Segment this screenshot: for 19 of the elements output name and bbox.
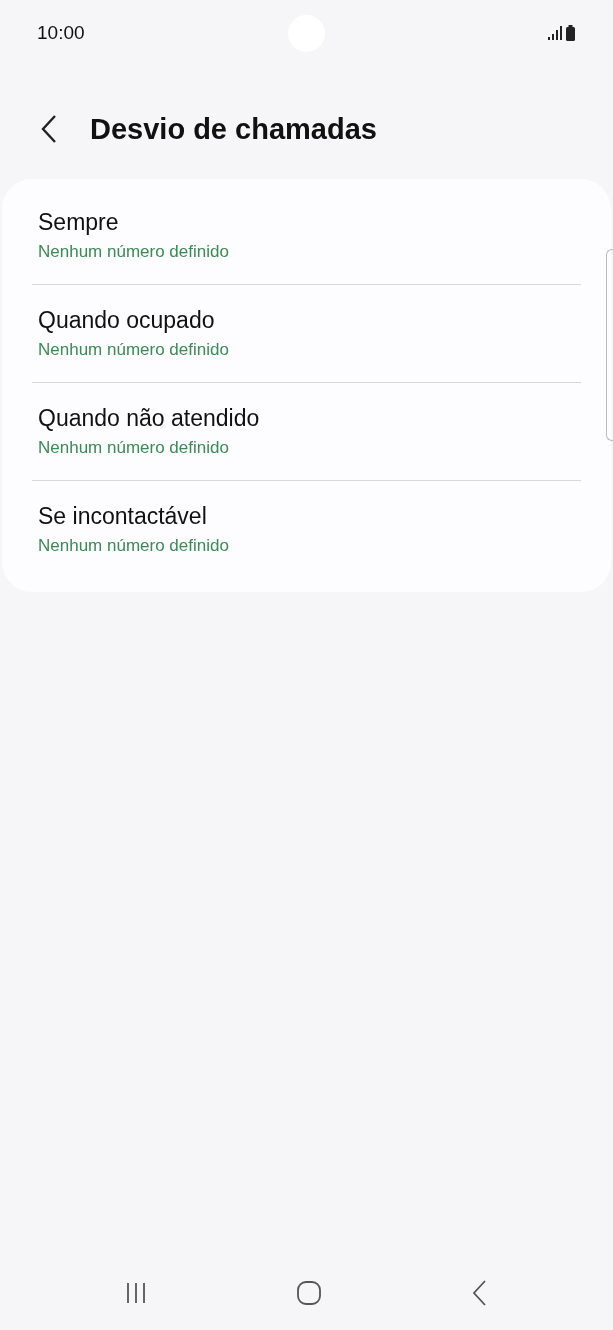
signal-icon (548, 26, 562, 40)
status-time: 10:00 (37, 22, 85, 44)
item-subtitle: Nenhum número definido (38, 535, 230, 557)
item-subtitle: Nenhum número definido (38, 339, 230, 361)
list-item[interactable]: Se incontactável Nenhum número definido (32, 481, 581, 578)
list-item[interactable]: Sempre Nenhum número definido (32, 187, 581, 285)
item-title: Quando ocupado (38, 306, 216, 335)
item-title: Se incontactável (38, 502, 208, 531)
item-subtitle: Nenhum número definido (38, 437, 230, 459)
recent-apps-button[interactable] (124, 1281, 147, 1305)
item-title: Quando não atendido (38, 404, 261, 433)
back-button[interactable] (470, 1279, 489, 1307)
item-title: Sempre (38, 208, 120, 237)
battery-icon (566, 25, 575, 41)
item-subtitle: Nenhum número definido (38, 241, 230, 263)
home-button[interactable] (295, 1280, 322, 1306)
list-item[interactable]: Quando não atendido Nenhum número definido (32, 383, 581, 481)
page-title: Desvio de chamadas (90, 112, 377, 146)
list-item[interactable]: Quando ocupado Nenhum número definido (32, 285, 581, 383)
